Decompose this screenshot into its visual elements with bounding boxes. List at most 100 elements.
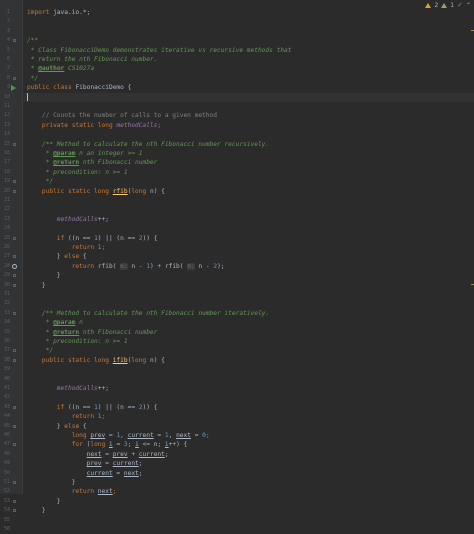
- code-line[interactable]: [23, 525, 474, 534]
- code-line[interactable]: * @param n: [23, 318, 474, 327]
- code-line[interactable]: [23, 205, 474, 214]
- code-line[interactable]: */: [23, 346, 474, 355]
- code-line[interactable]: public static long rfib(long n) {: [23, 187, 474, 196]
- fold-marker-icon[interactable]: [13, 76, 16, 80]
- code-line[interactable]: private static long methodCalls;: [23, 121, 474, 130]
- code-line[interactable]: /** Method to calculate the nth Fibonacc…: [23, 309, 474, 318]
- code-line[interactable]: * @return nth Fibonacci number: [23, 158, 474, 167]
- line-number-gutter[interactable]: 1 2 3 4 5 6 7 8 9 10 11 12 13 14 15 16 17 18 19 20 21 22 23 24 2…: [0, 0, 23, 532]
- code-line[interactable]: long prev = 1, current = 1, next = 0;: [23, 431, 474, 440]
- code-line[interactable]: [23, 393, 474, 402]
- code-token: ;: [205, 432, 210, 439]
- code-line[interactable]: current = next;: [23, 469, 474, 478]
- line-number: 14: [3, 131, 10, 138]
- code-line[interactable]: [23, 27, 474, 36]
- fold-marker-icon[interactable]: [13, 443, 16, 447]
- code-line[interactable]: next = prev + current;: [23, 450, 474, 459]
- code-line[interactable]: }: [23, 271, 474, 280]
- code-line[interactable]: } else {: [23, 252, 474, 261]
- fold-marker-icon[interactable]: [13, 142, 16, 146]
- code-line[interactable]: [23, 130, 474, 139]
- check-icon: ✓: [457, 1, 463, 9]
- code-line[interactable]: [23, 196, 474, 205]
- fold-marker-icon[interactable]: [13, 39, 16, 43]
- fold-marker-icon[interactable]: [13, 311, 16, 315]
- code-line[interactable]: [23, 299, 474, 308]
- code-line[interactable]: prev = current;: [23, 459, 474, 468]
- fold-marker-icon[interactable]: [13, 481, 16, 484]
- fold-marker-icon[interactable]: [13, 236, 16, 240]
- fold-marker-icon[interactable]: [13, 509, 16, 513]
- code-line[interactable]: for (long i = 3; i <= n; i++) {: [23, 440, 474, 449]
- code-line[interactable]: [23, 102, 474, 111]
- code-line[interactable]: [23, 375, 474, 384]
- code-line[interactable]: * @return nth Fibonacci number: [23, 328, 474, 337]
- fold-marker-icon[interactable]: [13, 189, 16, 193]
- code-line[interactable]: return 1;: [23, 412, 474, 421]
- fold-marker-icon[interactable]: [13, 180, 16, 184]
- code-line[interactable]: // Counts the number of calls to a given…: [23, 111, 474, 120]
- code-line[interactable]: if ((n == 1) || (n == 2)) {: [23, 403, 474, 412]
- fold-marker-icon[interactable]: [13, 255, 16, 259]
- code-line[interactable]: }: [23, 478, 474, 487]
- code-line[interactable]: if ((n == 1) || (n == 2)) {: [23, 234, 474, 243]
- code-line[interactable]: return next;: [23, 487, 474, 496]
- line-number: 40: [3, 375, 10, 382]
- code-area[interactable]: import java.io.*; /** * Class FibonacciDe…: [23, 0, 474, 514]
- code-line[interactable]: * @author CS1027a: [23, 64, 474, 73]
- code-line[interactable]: /**: [23, 36, 474, 45]
- code-line[interactable]: [23, 224, 474, 233]
- fold-marker-icon[interactable]: [13, 283, 16, 287]
- code-token: nth Fibonacci number: [79, 159, 158, 167]
- code-token: @return: [53, 328, 80, 336]
- code-line[interactable]: [23, 365, 474, 374]
- fold-marker-icon[interactable]: [13, 349, 16, 353]
- line-number: 53: [3, 497, 10, 504]
- fold-marker-icon[interactable]: [13, 424, 16, 428]
- code-line[interactable]: return rfib( n: n - 1) + rfib( n: n - 2)…: [23, 262, 474, 271]
- code-token: if: [27, 234, 68, 242]
- fold-marker-icon[interactable]: [13, 499, 16, 503]
- code-text: }: [27, 281, 46, 290]
- inspection-status[interactable]: 2 1 ✓ ⌃: [425, 1, 471, 9]
- code-line[interactable]: * precondition: n >= 1: [23, 337, 474, 346]
- code-line[interactable]: public class FibonacciDemo {: [23, 83, 474, 92]
- code-line[interactable]: methodCalls++;: [23, 215, 474, 224]
- code-line[interactable]: */: [23, 74, 474, 83]
- code-line[interactable]: * @param n an integer >= 1: [23, 149, 474, 158]
- code-line[interactable]: * precondition: n >= 1: [23, 168, 474, 177]
- code-line[interactable]: [23, 516, 474, 525]
- line-number: 1: [6, 9, 10, 15]
- code-token: ((n ==: [67, 403, 95, 411]
- fold-marker-icon[interactable]: [13, 274, 16, 278]
- code-line[interactable]: * return the nth Fibonacci number.: [23, 55, 474, 64]
- code-token: return: [27, 488, 98, 496]
- code-editor[interactable]: 1 2 3 4 5 6 7 8 9 10 11 12 13 14 15 16 17 18 19 20 21 22 23 24 2…: [0, 0, 474, 532]
- code-text: [27, 92, 28, 102]
- code-line[interactable]: }: [23, 281, 474, 290]
- code-line[interactable]: [23, 290, 474, 299]
- code-line[interactable]: } else {: [23, 422, 474, 431]
- code-line[interactable]: /** Method to calculate the nth Fibonacc…: [23, 140, 474, 149]
- code-line[interactable]: }: [23, 506, 474, 515]
- code-token: current: [112, 460, 139, 468]
- code-line[interactable]: */: [23, 177, 474, 186]
- code-line[interactable]: [23, 17, 474, 26]
- current-code-line[interactable]: [23, 92, 474, 102]
- fold-marker-icon[interactable]: [13, 405, 16, 409]
- code-token: /**: [27, 37, 39, 45]
- code-text: return rfib( n: n - 1) + rfib( n: n - 2)…: [27, 262, 225, 271]
- code-line[interactable]: methodCalls++;: [23, 384, 474, 393]
- code-token: /** Method to calculate the nth Fibonacc…: [27, 309, 270, 317]
- code-line[interactable]: public static long ifib(long n) {: [23, 356, 474, 365]
- code-line[interactable]: }: [23, 497, 474, 506]
- chevron-up-icon[interactable]: ⌃: [466, 2, 471, 9]
- run-icon[interactable]: [11, 84, 16, 91]
- code-token: *: [27, 150, 54, 157]
- code-token: long: [27, 432, 91, 439]
- fold-marker-icon[interactable]: [13, 358, 16, 362]
- code-line[interactable]: import java.io.*;: [23, 8, 474, 17]
- code-text: prev = current;: [27, 459, 143, 468]
- code-line[interactable]: * Class FibonacciDemo demonstrates itera…: [23, 46, 474, 55]
- code-line[interactable]: return 1;: [23, 243, 474, 252]
